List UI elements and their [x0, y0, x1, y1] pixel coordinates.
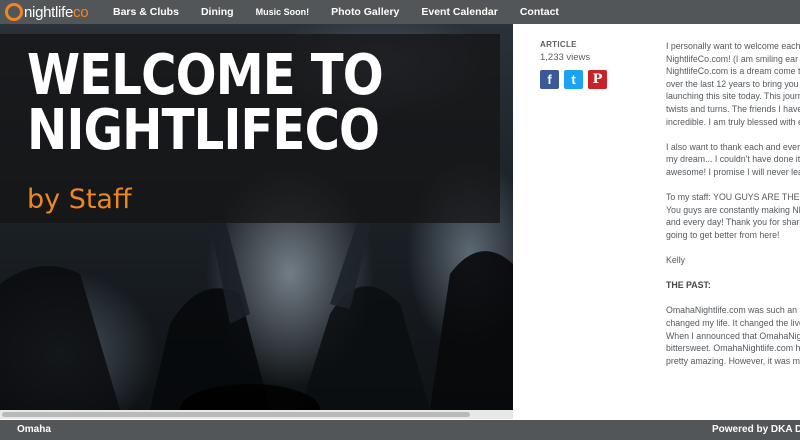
article-text-line: OmahaNightlife.com was such an a: [666, 305, 800, 316]
logo-ring-icon: [5, 3, 23, 21]
article-text-line: I personally want to welcome each a: [666, 41, 800, 51]
nav-item-contact[interactable]: Contact: [520, 6, 559, 18]
article-meta: ARTICLE 1,233 views f t P: [540, 40, 640, 89]
article-text-line: over the last 12 years to bring you th: [666, 78, 800, 89]
article-text-line: my dream... I couldn't have done it: [666, 154, 800, 165]
site-logo[interactable]: nightlifeco: [5, 2, 89, 22]
nav-item-photo-gallery[interactable]: Photo Gallery: [331, 6, 399, 18]
article-section-heading: THE PAST:: [666, 280, 711, 291]
facebook-share-button[interactable]: f: [540, 70, 559, 89]
pinterest-icon: P: [592, 72, 603, 87]
share-buttons: f t P: [540, 70, 640, 89]
hero-title-panel: WELCOME TO NIGHTLIFECO by Staff: [0, 34, 500, 223]
article-text-line: To my staff: YOU GUYS ARE THE: [666, 192, 800, 203]
pinterest-share-button[interactable]: P: [588, 70, 607, 89]
main-nav: Bars & Clubs Dining Music Soon! Photo Ga…: [113, 0, 581, 24]
footer-bar: Omaha Powered by DKA Desig: [0, 420, 800, 440]
twitter-share-button[interactable]: t: [564, 70, 583, 89]
article-text-line: Kelly: [666, 255, 686, 266]
article-text-line: I also want to thank each and every: [666, 141, 800, 152]
author-byline: by Staff: [27, 184, 132, 215]
article-text-line: pretty amazing. However, it was mi: [666, 355, 800, 366]
article-text-line: NightlifeCo.com is a dream come tr: [666, 66, 800, 77]
nav-item-dining[interactable]: Dining: [201, 6, 234, 18]
facebook-icon: f: [547, 72, 552, 87]
article-text-line: launching this site today. This journ: [666, 91, 800, 102]
nav-item-music[interactable]: Music Soon!: [256, 7, 310, 17]
article-text-line: going to get better from here!: [666, 229, 780, 240]
view-count: 1,233 views: [540, 52, 591, 63]
top-navigation-bar: nightlifeco Bars & Clubs Dining Music So…: [0, 0, 800, 24]
nav-item-bars-clubs[interactable]: Bars & Clubs: [113, 6, 179, 18]
article-text-line: When I announced that OmahaNigh: [666, 330, 800, 341]
article-text-line: bittersweet. OmahaNightlife.com h: [666, 343, 800, 354]
twitter-icon: t: [571, 72, 576, 87]
footer-location: Omaha: [17, 424, 51, 435]
footer-credit[interactable]: Powered by DKA Desig: [712, 424, 800, 435]
horizontal-scrollbar-thumb[interactable]: [2, 412, 470, 417]
nav-item-event-calendar[interactable]: Event Calendar: [421, 6, 497, 18]
article-text-line: NightlifeCo.com! (I am smiling ear: [666, 53, 798, 64]
article-text-line: incredible. I am truly blessed with e: [666, 116, 800, 127]
logo-text: nightlifeco: [24, 3, 89, 21]
article-text-line: changed my life. It changed the live: [666, 318, 800, 329]
hero-image: WELCOME TO NIGHTLIFECO by Staff: [0, 24, 513, 410]
article-text-line: awesome! I promise I will never leav: [666, 166, 800, 177]
article-body: I personally want to welcome each a Night…: [666, 40, 800, 367]
article-text-line: twists and turns. The friends I have: [666, 103, 800, 114]
article-text-line: You guys are constantly making NLC: [666, 204, 800, 215]
article-label: ARTICLE: [540, 40, 577, 49]
page-title: WELCOME TO NIGHTLIFECO: [27, 43, 384, 163]
article-text-line: and every day! Thank you for sharin: [666, 217, 800, 228]
